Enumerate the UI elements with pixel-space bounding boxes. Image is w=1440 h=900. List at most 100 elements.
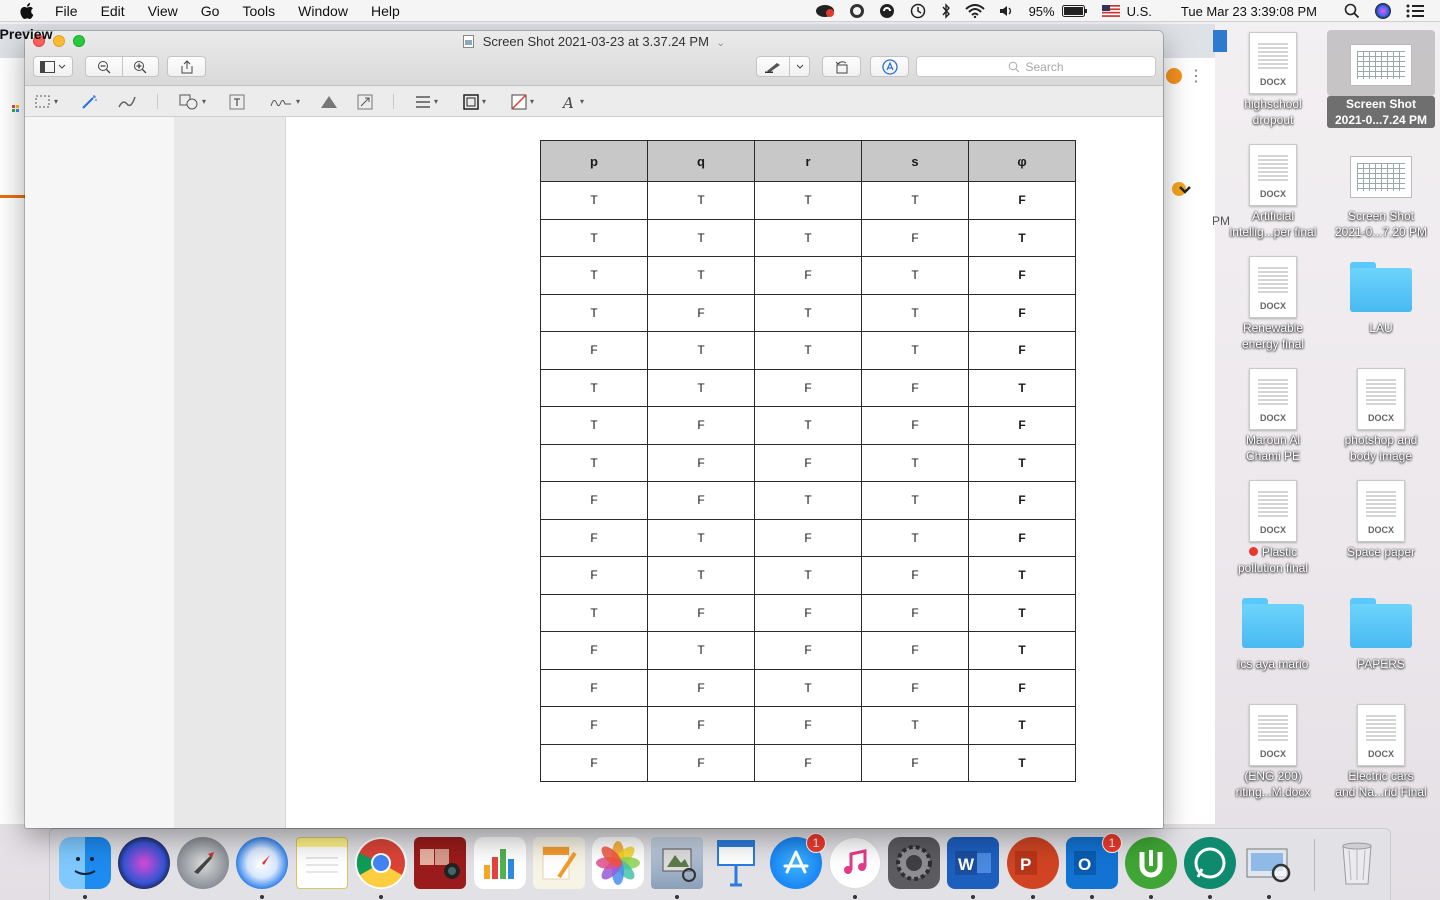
table-cell: T — [540, 218, 648, 257]
image-capture-icon[interactable] — [1243, 837, 1295, 889]
desktop-item-thumbnail: DOCX — [1327, 478, 1435, 544]
desktop-item[interactable]: LAU — [1327, 254, 1435, 336]
launchpad-icon[interactable] — [177, 837, 229, 889]
desktop-item-label: Space paper — [1327, 544, 1435, 560]
highlight-dropdown-icon[interactable] — [789, 57, 809, 76]
desktop-item[interactable]: DOCX Renewable energy final — [1219, 254, 1327, 352]
rotate-button[interactable] — [822, 56, 861, 77]
desktop-item-thumbnail — [1219, 590, 1327, 656]
apps-grid-icon[interactable] — [12, 102, 22, 120]
menu-edit[interactable]: Edit — [101, 3, 125, 19]
bluetooth-icon[interactable] — [941, 3, 951, 19]
menu-tools[interactable]: Tools — [242, 3, 275, 19]
desktop-item[interactable]: DOCX Electric cars and Na...rid Final — [1327, 702, 1435, 800]
clock[interactable]: Tue Mar 23 3:39:08 PM — [1181, 4, 1317, 19]
desktop-item[interactable]: DOCX Maroun Al Chami PE — [1219, 366, 1327, 464]
menu-file[interactable]: File — [55, 3, 78, 19]
desktop-item[interactable]: DOCX photshop and body image — [1327, 366, 1435, 464]
desktop-item[interactable]: DOCX highschool dropout — [1219, 30, 1327, 128]
utorrent-icon[interactable] — [1125, 837, 1177, 889]
chevron-down-icon[interactable] — [1168, 184, 1198, 202]
text-style-icon[interactable]: A ▾ — [561, 93, 584, 110]
zoom-in-icon[interactable] — [121, 57, 159, 76]
siri-app-icon[interactable] — [118, 837, 170, 889]
us-flag-icon[interactable] — [1101, 5, 1120, 17]
sketch-icon[interactable] — [117, 93, 137, 110]
menu-window[interactable]: Window — [298, 3, 348, 19]
siri-icon[interactable] — [1374, 2, 1392, 20]
word-icon[interactable]: W — [947, 837, 999, 889]
window-title-area[interactable]: Screen Shot 2021-03-23 at 3.37.24 PM ⌄ — [25, 34, 1163, 51]
music-icon[interactable] — [829, 837, 881, 889]
column-header-r: r — [754, 140, 862, 182]
adjust-size-icon[interactable] — [357, 93, 373, 110]
desktop-item[interactable]: DOCX Space paper — [1327, 478, 1435, 560]
app-store-icon[interactable]: 1 — [770, 833, 826, 889]
whatsapp-like-icon[interactable] — [1184, 837, 1236, 889]
document-proxy-icon[interactable] — [463, 35, 475, 51]
pages-icon[interactable] — [533, 837, 585, 889]
desktop-item-label-line: Space paper — [1346, 545, 1416, 559]
markup-segment — [756, 56, 810, 77]
menu-app-preview[interactable]: Preview — [0, 8, 52, 60]
sync-circle-icon[interactable] — [849, 3, 865, 19]
table-cell: T — [968, 556, 1076, 595]
numbers-icon[interactable] — [474, 837, 526, 889]
photos-icon[interactable] — [592, 837, 644, 889]
battery-icon[interactable] — [1061, 5, 1088, 17]
menu-go[interactable]: Go — [201, 3, 220, 19]
powerpoint-icon[interactable]: P — [1007, 837, 1059, 889]
preview-app-icon[interactable] — [651, 837, 703, 889]
fill-color-icon[interactable]: ▾ — [511, 93, 534, 110]
menu-help[interactable]: Help — [371, 3, 400, 19]
system-preferences-icon[interactable] — [888, 837, 940, 889]
instant-alpha-icon[interactable] — [81, 93, 99, 110]
share-button[interactable] — [167, 56, 206, 77]
desktop-item[interactable]: Screen Shot 2021-0...7.20 PM — [1327, 142, 1435, 240]
table-cell: F — [861, 556, 969, 595]
photo-booth-icon[interactable] — [414, 837, 466, 889]
rectangular-selection-icon[interactable]: ▾ — [35, 93, 58, 110]
border-color-icon[interactable]: ▾ — [463, 93, 486, 110]
text-box-icon[interactable] — [229, 93, 245, 110]
title-chevron-icon[interactable]: ⌄ — [717, 38, 725, 49]
search-icon — [1009, 61, 1020, 72]
spotlight-search-icon[interactable] — [1344, 3, 1360, 19]
shapes-icon[interactable]: ▾ — [179, 93, 206, 110]
safari-icon[interactable] — [236, 837, 288, 889]
table-cell: F — [861, 368, 969, 407]
battery-percent[interactable]: 95% — [1029, 4, 1055, 19]
loop-app-icon[interactable] — [879, 3, 895, 19]
time-machine-icon[interactable] — [909, 3, 927, 19]
finder-icon[interactable] — [59, 837, 111, 889]
notes-icon[interactable] — [296, 837, 348, 889]
keynote-icon[interactable] — [710, 837, 762, 889]
wifi-icon[interactable] — [964, 4, 985, 18]
outlook-icon[interactable]: O 1 — [1066, 833, 1122, 889]
shape-style-icon[interactable]: ▾ — [415, 93, 438, 110]
chrome-icon[interactable] — [355, 837, 407, 889]
desktop-item[interactable]: ics aya mario — [1219, 590, 1327, 672]
extension-icon[interactable] — [1166, 68, 1182, 84]
zoom-out-icon[interactable] — [86, 57, 122, 76]
desktop-item[interactable]: DOCX Artificial intellig...per final — [1219, 142, 1327, 240]
search-field[interactable]: Search — [916, 56, 1156, 77]
desktop-item[interactable]: Screen Shot 2021-0...7.24 PM — [1327, 30, 1435, 128]
menu-view[interactable]: View — [148, 3, 178, 19]
desktop-item[interactable]: DOCX Plastic pollution final — [1219, 478, 1327, 576]
signature-icon[interactable]: ▾ — [269, 93, 300, 110]
highlight-pen-icon[interactable] — [757, 57, 789, 76]
trash-icon[interactable] — [1331, 837, 1383, 889]
markup-toolbar-button[interactable] — [870, 56, 909, 77]
more-menu-icon[interactable]: ⋮ — [1188, 66, 1204, 86]
volume-icon[interactable] — [999, 4, 1015, 18]
table-row: TTTTF — [540, 181, 1076, 220]
desktop-item[interactable]: DOCX (ENG 200) riting...M.docx — [1219, 702, 1327, 800]
adjust-color-icon[interactable] — [319, 93, 339, 110]
creative-cloud-icon[interactable] — [815, 4, 835, 18]
notification-center-icon[interactable] — [1406, 4, 1424, 18]
desktop-item-label-line: 2021-0...7.20 PM — [1334, 225, 1428, 239]
input-source-label[interactable]: U.S. — [1127, 4, 1152, 19]
table-cell: F — [540, 518, 648, 557]
desktop-item[interactable]: PAPERS — [1327, 590, 1435, 672]
